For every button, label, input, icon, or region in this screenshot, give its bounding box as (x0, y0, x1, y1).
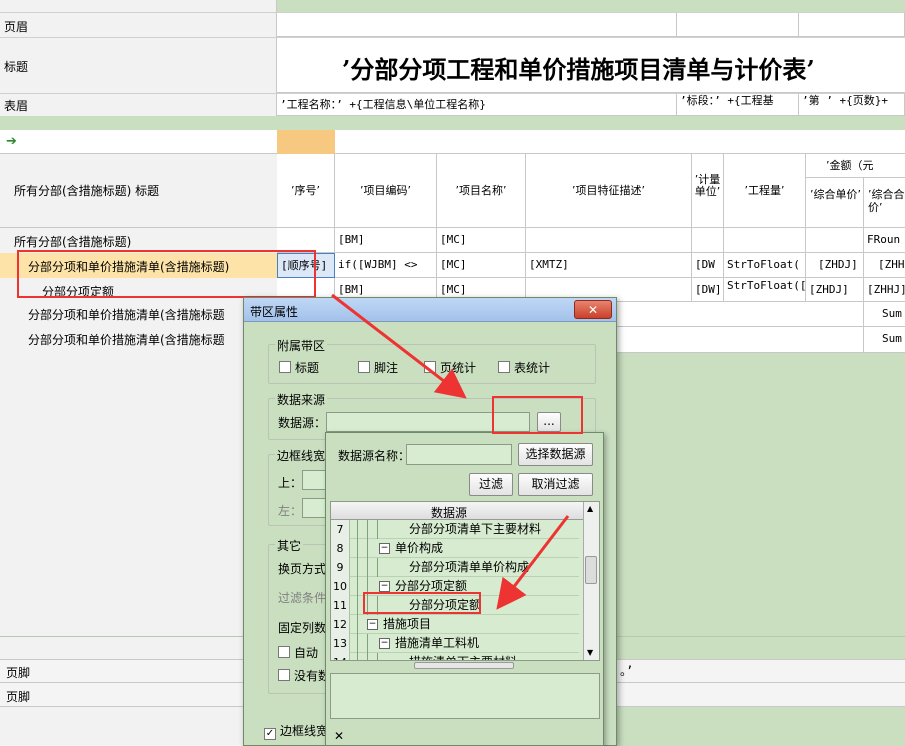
annotation-arrows (331, 293, 570, 610)
arrow-row-to-browse (331, 293, 467, 399)
arrow-browse-to-tree (496, 515, 570, 610)
